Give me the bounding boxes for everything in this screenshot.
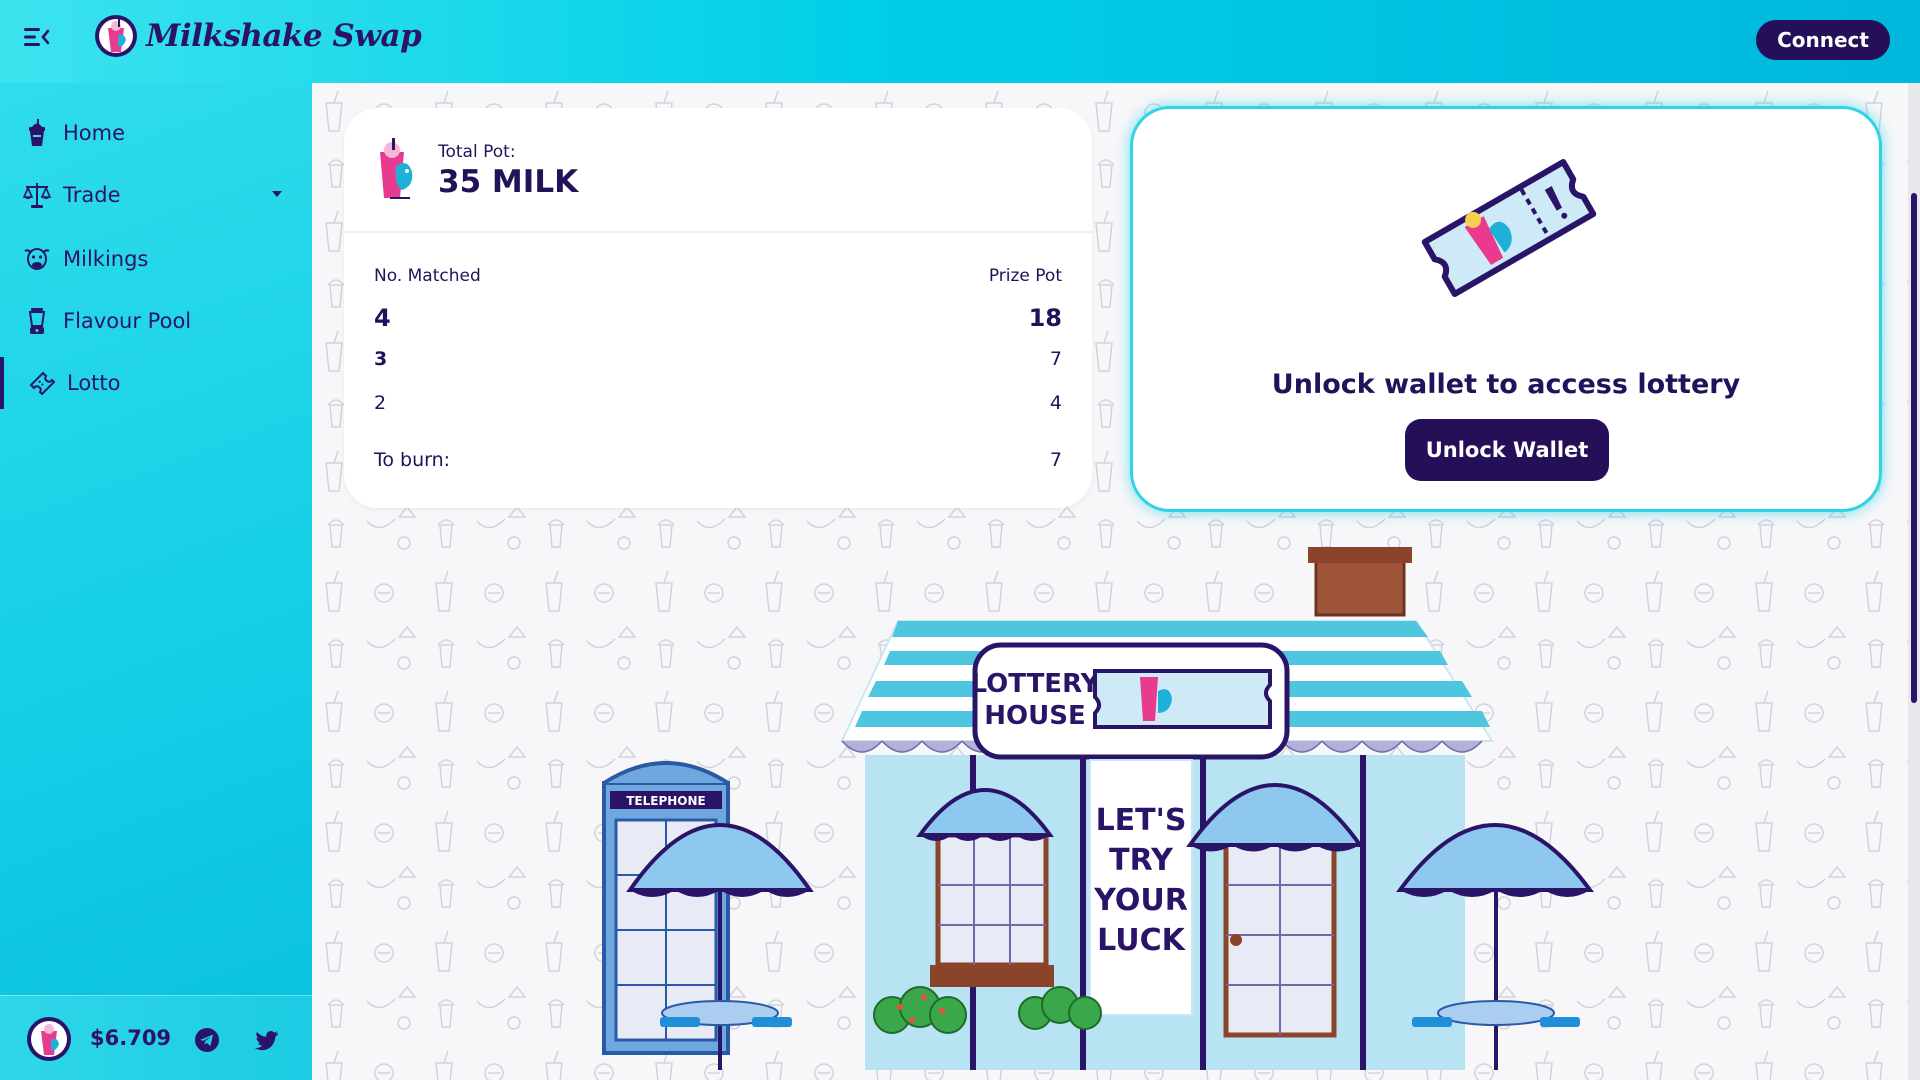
connect-button[interactable]: Connect [1756, 20, 1890, 60]
matched-value: 3 [374, 348, 388, 370]
sidebar: Home Trade Milkings Flavour Pool Lotto $… [0, 83, 312, 1080]
lottery-ticket-icon [1421, 159, 1597, 297]
lottery-unlock-card: Unlock wallet to access lottery Unlock W… [1130, 106, 1882, 512]
banner-line-3: YOUR [1093, 883, 1188, 918]
matched-value: 4 [374, 304, 391, 332]
unlock-wallet-button[interactable]: Unlock Wallet [1405, 419, 1609, 481]
total-pot-value: 35 MILK [438, 164, 579, 200]
total-pot-card: Total Pot: 35 MILK No. Matched Prize Pot… [344, 108, 1092, 508]
scrollbar-thumb[interactable] [1911, 193, 1917, 703]
col-prize-header: Prize Pot [988, 266, 1062, 286]
blender-icon [28, 308, 46, 334]
pot-card-header: Total Pot: 35 MILK [344, 108, 1092, 233]
burn-value: 7 [1049, 449, 1062, 471]
table-row: 3 7 [374, 348, 1062, 370]
table-row: 4 18 [374, 304, 1062, 332]
matched-value: 2 [374, 392, 387, 414]
sign-line-2: HOUSE [984, 701, 1085, 731]
banner-line-2: TRY [1109, 843, 1174, 878]
prize-value: 4 [1049, 392, 1062, 414]
milkshake-icon [29, 119, 45, 146]
cow-icon [24, 248, 50, 270]
top-header: Milkshake Swap Connect [0, 0, 1920, 83]
booth-label: TELEPHONE [626, 794, 706, 808]
sidebar-item-label: Lotto [67, 371, 121, 395]
chevron-down-icon[interactable] [272, 191, 282, 197]
sidebar-footer: $6.709 [0, 995, 312, 1080]
banner-line-4: LUCK [1097, 923, 1186, 958]
sidebar-item-trade[interactable]: Trade [0, 169, 312, 221]
token-price: $6.709 [90, 1026, 172, 1050]
sidebar-item-lotto[interactable]: Lotto [0, 357, 312, 409]
ticket-icon [29, 371, 56, 396]
banner-line-1: LET'S [1096, 803, 1187, 838]
col-matched-header: No. Matched [374, 266, 481, 286]
prize-value: 18 [1028, 304, 1062, 332]
burn-row: To burn: 7 [374, 449, 1062, 471]
telegram-icon[interactable] [194, 1027, 220, 1053]
prize-table-header: No. Matched Prize Pot [374, 266, 1062, 286]
brand-logo[interactable]: Milkshake Swap [94, 14, 422, 58]
table-row: 2 4 [374, 392, 1062, 414]
milkshake-logo-icon [95, 15, 137, 57]
sidebar-item-home[interactable]: Home [0, 107, 312, 159]
total-pot-label: Total Pot: [438, 142, 516, 162]
burn-label: To burn: [374, 449, 451, 471]
sidebar-item-label: Home [63, 121, 126, 145]
sidebar-item-flavour-pool[interactable]: Flavour Pool [0, 295, 312, 347]
lottery-house-illustration: LOTTERY HOUSE LET'S TRY YOUR LUCK TELEPH… [602, 547, 1594, 1070]
brand-name: Milkshake Swap [146, 18, 422, 54]
sidebar-item-label: Trade [63, 183, 121, 207]
scale-icon [22, 183, 52, 208]
unlock-message: Unlock wallet to access lottery [1271, 369, 1741, 400]
sign-line-1: LOTTERY [971, 669, 1101, 699]
page-scrollbar[interactable] [1908, 83, 1920, 1080]
mascot-milkshake-icon [380, 138, 413, 199]
prize-value: 7 [1049, 348, 1062, 370]
twitter-icon[interactable] [254, 1027, 280, 1053]
sidebar-item-label: Flavour Pool [63, 309, 192, 333]
sidebar-item-label: Milkings [63, 247, 149, 271]
milk-token-icon [27, 1017, 71, 1061]
sidebar-item-milkings[interactable]: Milkings [0, 233, 312, 285]
menu-toggle-icon[interactable] [24, 26, 50, 48]
